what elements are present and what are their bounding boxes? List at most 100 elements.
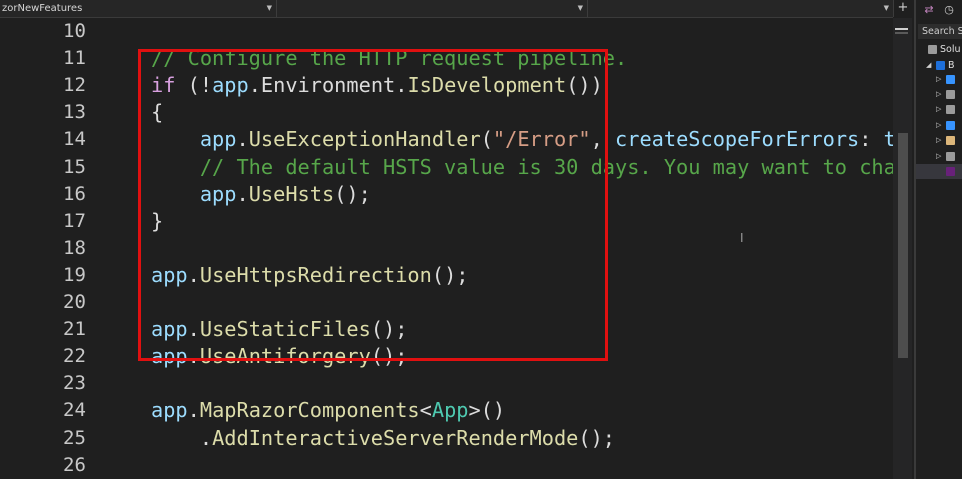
line-number: 11 — [63, 47, 86, 70]
line-number: 20 — [63, 291, 86, 313]
line-number: 16 — [63, 182, 86, 205]
tree-item[interactable]: ▷ — [916, 149, 962, 164]
member-dropdown[interactable]: ▼ — [588, 0, 894, 17]
sync-icon[interactable]: ⇄ — [922, 3, 936, 17]
expand-arrow-icon[interactable]: ▷ — [936, 149, 941, 164]
tree-item-label: Solu — [940, 44, 961, 55]
line-number: 23 — [63, 372, 86, 395]
add-editor-icon[interactable]: + — [896, 0, 910, 17]
code-token: . — [236, 127, 249, 152]
solution-explorer-panel: ⇄ ◷ Search So Solu◢B▷▷▷▷▷▷ — [914, 0, 962, 479]
tree-item[interactable]: ▷ — [916, 72, 962, 87]
tree-item[interactable]: ◢ B — [916, 58, 962, 73]
code-text: app.UseStaticFiles(); — [151, 316, 407, 343]
project-icon — [936, 61, 945, 70]
code-token: UseHttpsRedirection — [199, 262, 432, 287]
tree-item[interactable]: Solu — [916, 42, 962, 57]
code-token: app — [212, 73, 249, 98]
line-number: 22 — [63, 345, 86, 368]
code-text: if (!app.Environment.IsDevelopment()) — [151, 72, 603, 99]
code-token: . — [248, 73, 261, 98]
scrollbar-marker — [895, 28, 908, 30]
code-text: app.UseAntiforgery(); — [151, 343, 407, 370]
code-text: app.UseHsts(); — [151, 181, 371, 208]
type-dropdown[interactable]: ▼ — [277, 0, 588, 17]
code-token: IsDevelopment — [407, 73, 567, 98]
tree-item[interactable]: ▷ — [916, 118, 962, 133]
scrollbar-marker — [895, 32, 908, 34]
history-icon[interactable]: ◷ — [942, 3, 956, 17]
text-cursor-icon: I — [740, 231, 744, 245]
csharp-file-icon — [946, 167, 955, 176]
solution-explorer-toolbar: ⇄ ◷ — [916, 0, 962, 22]
code-token: . — [151, 425, 213, 450]
line-number: 12 — [63, 74, 86, 97]
code-token: . — [187, 344, 200, 369]
code-token: UseAntiforgery — [199, 344, 371, 369]
line-number: 26 — [63, 453, 86, 476]
code-token: . — [236, 181, 249, 206]
tree-item[interactable]: ▷ — [916, 87, 962, 102]
code-token: { — [151, 100, 164, 125]
code-token: UseHsts — [248, 181, 335, 206]
line-number: 24 — [63, 399, 86, 422]
code-token: app — [199, 127, 237, 152]
code-token: (); — [578, 425, 616, 450]
code-token: : — [859, 127, 884, 152]
code-text: { — [151, 99, 163, 126]
code-token: , — [590, 127, 616, 152]
solution-icon — [928, 45, 937, 54]
code-text: // Configure the HTTP request pipeline. — [151, 45, 627, 72]
code-token: createScopeForErrors — [615, 127, 860, 152]
code-token: App — [431, 398, 469, 423]
line-number: 21 — [63, 318, 86, 341]
navigation-bar: zorNewFeatures ▼ ▼ ▼ — [0, 0, 894, 18]
code-token: (); — [370, 317, 408, 342]
code-text: } — [151, 208, 163, 235]
line-number: 17 — [63, 209, 86, 232]
line-number: 19 — [63, 263, 86, 286]
code-text: app.MapRazorComponents<App>() — [151, 397, 505, 424]
code-token: } — [151, 208, 164, 233]
expand-arrow-icon[interactable]: ▷ — [936, 118, 941, 133]
scrollbar-thumb[interactable] — [898, 133, 908, 358]
expand-arrow-icon[interactable]: ◢ — [926, 58, 931, 73]
tree-item[interactable]: ▷ — [916, 133, 962, 148]
code-token: ()) — [566, 73, 603, 98]
properties-icon — [946, 105, 955, 114]
code-token: (); — [334, 181, 371, 206]
code-token: . — [187, 262, 200, 287]
expand-arrow-icon[interactable]: ▷ — [936, 72, 941, 87]
code-token: ( — [480, 127, 493, 152]
code-text: app.UseHttpsRedirection(); — [151, 262, 469, 289]
editor-scrollbar[interactable] — [893, 18, 912, 479]
code-token: >() — [468, 398, 506, 423]
code-token: UseExceptionHandler — [248, 127, 481, 152]
code-token: // Configure the HTTP request pipeline. — [151, 46, 628, 71]
code-text: // The default HSTS value is 30 days. Yo… — [151, 154, 893, 181]
line-number: 14 — [63, 128, 86, 151]
code-token: (); — [431, 262, 469, 287]
expand-arrow-icon[interactable]: ▷ — [936, 87, 941, 102]
expand-arrow-icon[interactable]: ▷ — [936, 133, 941, 148]
tree-item[interactable]: ▷ — [916, 102, 962, 117]
code-token: // The default HSTS value is 30 days. Yo… — [199, 154, 893, 179]
tree-item[interactable] — [916, 164, 962, 179]
project-dropdown[interactable]: zorNewFeatures ▼ — [0, 0, 277, 17]
solution-search-input[interactable]: Search So — [918, 24, 962, 39]
code-editor[interactable]: 10 11 // Configure the HTTP request pipeli… — [0, 18, 893, 479]
expand-arrow-icon[interactable]: ▷ — [936, 102, 941, 117]
code-token: app — [151, 344, 188, 369]
line-number: 13 — [63, 101, 86, 124]
code-token: (); — [370, 344, 408, 369]
code-text: .AddInteractiveServerRenderMode(); — [151, 425, 615, 452]
line-number: 10 — [63, 20, 86, 42]
code-token: app — [151, 398, 188, 423]
code-token: AddInteractiveServerRenderMode — [212, 425, 579, 450]
code-token: UseStaticFiles — [199, 317, 371, 342]
chevron-down-icon: ▼ — [266, 4, 272, 12]
chevron-down-icon: ▼ — [577, 4, 583, 12]
